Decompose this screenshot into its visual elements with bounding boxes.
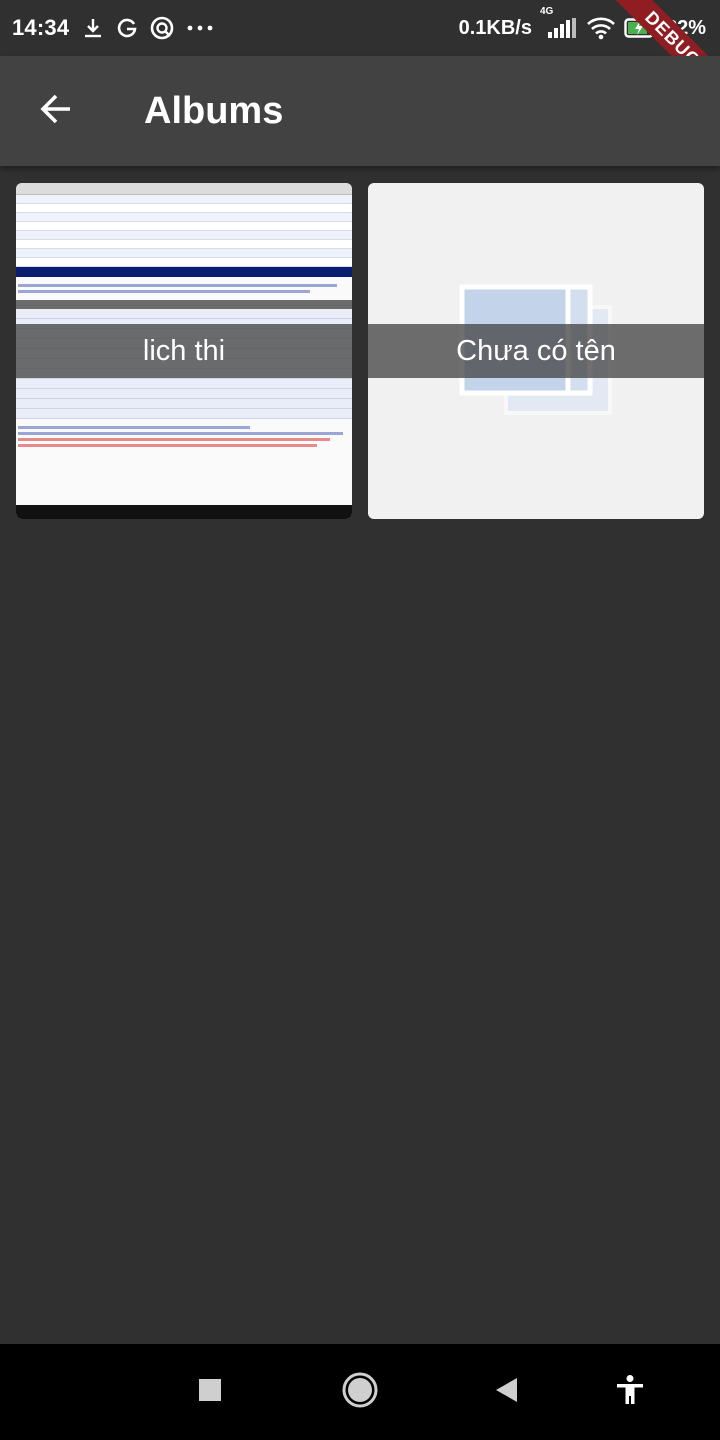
back-button[interactable] xyxy=(26,81,86,141)
recents-button[interactable] xyxy=(188,1370,232,1414)
accessibility-icon xyxy=(614,1374,646,1411)
g-icon xyxy=(115,16,139,40)
net-speed: 0.1KB/s xyxy=(458,16,532,39)
album-name: Chưa có tên xyxy=(368,324,704,378)
status-time: 14:34 xyxy=(12,15,70,40)
recents-square-icon xyxy=(198,1378,222,1407)
back-nav-button[interactable] xyxy=(484,1370,528,1414)
target-icon xyxy=(149,15,175,41)
accessibility-button[interactable] xyxy=(608,1370,652,1414)
page-title: Albums xyxy=(144,89,284,132)
home-circle-icon xyxy=(341,1371,379,1414)
back-triangle-icon xyxy=(493,1376,519,1409)
more-dots-icon xyxy=(185,23,215,33)
wifi-icon xyxy=(586,16,616,40)
battery-icon xyxy=(624,17,658,39)
home-button[interactable] xyxy=(338,1370,382,1414)
system-nav-bar xyxy=(0,1344,720,1440)
network-type: 4G xyxy=(539,6,554,17)
status-bar: 14:34 0.1KB/s 4G 82% xyxy=(0,0,720,56)
battery-percent: 82% xyxy=(665,16,706,39)
signal-icon: 4G xyxy=(540,6,578,39)
album-card[interactable]: lich thi xyxy=(16,183,352,519)
album-grid: lich thi Chưa có tên xyxy=(16,183,704,519)
download-icon xyxy=(81,16,105,40)
album-card[interactable]: Chưa có tên xyxy=(368,183,704,519)
album-name: lich thi xyxy=(16,324,352,378)
app-bar: Albums xyxy=(0,56,720,166)
arrow-back-icon xyxy=(38,91,74,132)
